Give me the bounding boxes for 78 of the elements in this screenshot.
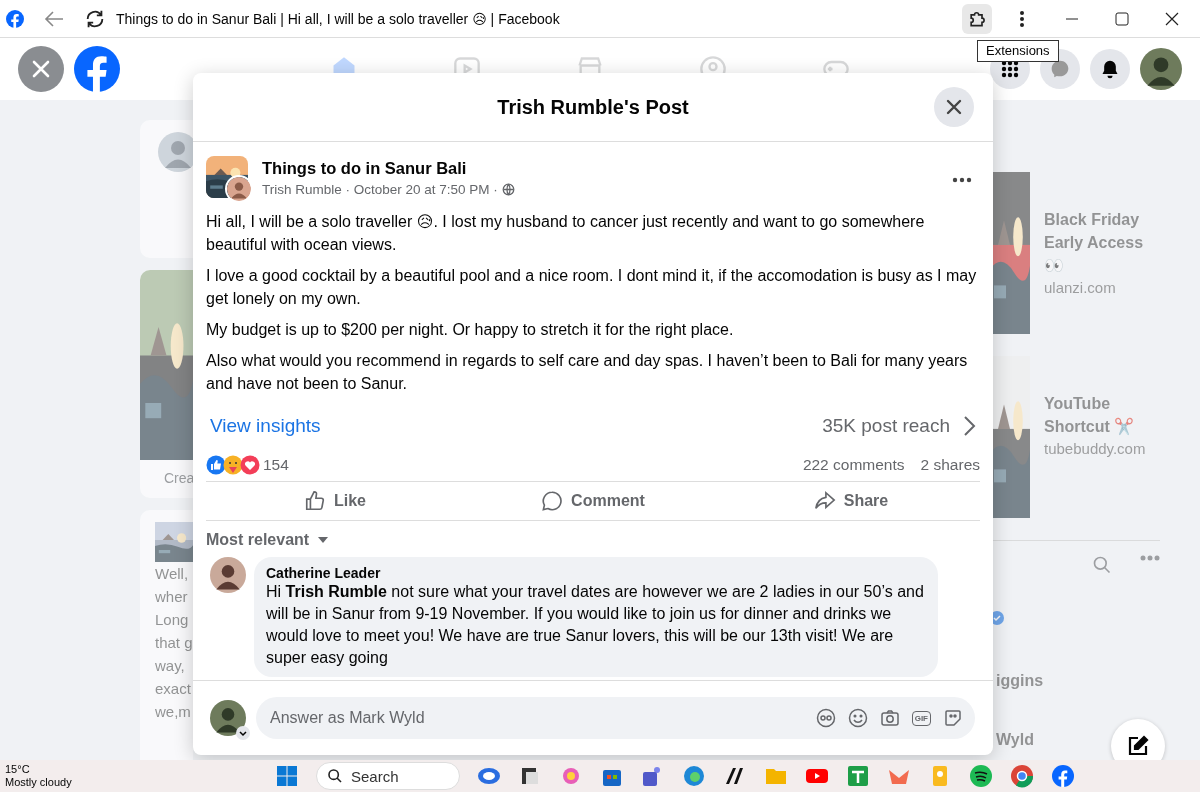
facebook-logo-icon[interactable] bbox=[1050, 764, 1075, 788]
dialog-title: Trish Rumble's Post bbox=[497, 95, 689, 119]
sticker-icon[interactable] bbox=[943, 708, 963, 728]
post-paragraph: Also what would you recommend in regards to self care and day spas. I haven’t been to Bali for many years and have not been to Sanur. bbox=[206, 351, 969, 394]
globe-icon bbox=[501, 183, 515, 196]
vertical-dots-icon bbox=[1019, 9, 1025, 28]
post-text: Long bbox=[155, 610, 190, 630]
taskbar-search[interactable]: Search bbox=[316, 762, 460, 790]
comment-button[interactable]: Comment bbox=[464, 482, 722, 520]
browser-icon[interactable] bbox=[681, 764, 706, 788]
care-reaction-icon bbox=[223, 455, 243, 475]
close-icon bbox=[31, 59, 51, 79]
post-paragraph: I love a good cocktail by a beautiful pool and a nice room. I dont mind it, if the accomodation is busy as I may get lonely on my own. bbox=[206, 266, 978, 309]
post-meta: Trish Rumble · October 20 at 7:50 PM · bbox=[262, 182, 498, 197]
avatar bbox=[210, 557, 246, 593]
spreadsheet-icon[interactable] bbox=[845, 764, 870, 788]
like-reaction-icon bbox=[206, 455, 226, 475]
post-text: way, bbox=[155, 656, 186, 676]
avatar bbox=[210, 700, 246, 736]
ad-domain: tubebuddy.com bbox=[1044, 440, 1147, 457]
post-text: that g bbox=[155, 633, 193, 653]
ad-title[interactable]: YouTube Shortcut ✂ bbox=[1044, 392, 1164, 438]
facebook-logo-icon bbox=[6, 9, 24, 28]
grid-dots-icon bbox=[1001, 60, 1019, 78]
group-name[interactable]: Things to do in Sanur Bali bbox=[262, 159, 515, 178]
bell-icon bbox=[1100, 59, 1120, 79]
camera-icon[interactable] bbox=[879, 708, 900, 728]
speech-bubble-icon bbox=[541, 490, 564, 512]
gif-button[interactable]: GIF bbox=[911, 710, 931, 726]
love-reaction-icon bbox=[240, 455, 260, 475]
chevron-down-icon[interactable] bbox=[236, 726, 250, 740]
maximize-icon bbox=[1115, 11, 1129, 26]
more-icon bbox=[952, 176, 972, 183]
like-button[interactable]: Like bbox=[206, 482, 464, 520]
app-icon[interactable] bbox=[968, 764, 993, 788]
compose-icon bbox=[1126, 734, 1150, 758]
facebook-logo-icon[interactable] bbox=[74, 46, 120, 92]
ad-domain: ulanzi.com bbox=[1044, 279, 1117, 296]
sort-dropdown[interactable]: Most relevant bbox=[206, 521, 330, 557]
close-icon bbox=[946, 99, 962, 115]
avatar bbox=[225, 175, 253, 203]
weather-condition: Mostly cloudy bbox=[5, 776, 73, 789]
share-arrow-icon bbox=[813, 490, 836, 512]
windows-logo-icon[interactable] bbox=[275, 764, 299, 788]
share-button[interactable]: Share bbox=[722, 482, 980, 520]
new-message-button[interactable] bbox=[1111, 719, 1165, 760]
close-icon bbox=[1165, 11, 1179, 26]
thumbs-up-icon bbox=[304, 490, 326, 512]
ad-title[interactable]: Black Friday Early Access 👀 bbox=[1044, 208, 1164, 277]
chevron-right-icon[interactable] bbox=[962, 415, 976, 437]
post-text: exact bbox=[155, 679, 192, 699]
avatar-sticker-icon[interactable] bbox=[815, 708, 836, 728]
browser-icon[interactable] bbox=[1009, 764, 1034, 788]
emoji-icon[interactable] bbox=[847, 708, 868, 728]
extensions-button[interactable] bbox=[962, 3, 992, 34]
post-paragraph: My budget is up to $200 per night. Or happy to stretch it for the right place. bbox=[206, 320, 735, 340]
post-text: Well, bbox=[155, 564, 190, 584]
comment-input[interactable]: Answer as Mark Wyld GIF bbox=[256, 697, 975, 739]
window-title: Things to do in Sanur Bali | Hi all, I will be a solo traveller 😥 | Facebook bbox=[116, 10, 560, 27]
comment-author[interactable]: Catherine Leader bbox=[266, 565, 926, 581]
minimize-icon bbox=[1065, 17, 1079, 20]
post-paragraph: Hi all, I will be a solo traveller 😥. I lost my husband to cancer just recently and want to go somewhere beautiful with ocean views. bbox=[206, 212, 926, 255]
post-text: wher bbox=[155, 587, 189, 607]
comment-text: Hi Trish Rumble not sure what your travel dates are however we are 2 ladies in our 50’s and will be in Sanur from 9-19 November. If you would like to join us for dinner and drinks we would love to meet you! We have are true Sanur lovers, this will be our 13th visit! We are super easy going bbox=[266, 582, 925, 668]
post-reach: 35K post reach bbox=[822, 415, 950, 437]
temperature: 15°C bbox=[5, 763, 31, 776]
comments-count[interactable]: 222 comments bbox=[802, 456, 905, 474]
notifications-button[interactable] bbox=[1090, 49, 1130, 89]
tooltip: Extensions bbox=[977, 40, 1059, 62]
reaction-count[interactable]: 154 bbox=[263, 456, 289, 474]
avatar bbox=[1140, 48, 1182, 90]
shares-count[interactable]: 2 shares bbox=[920, 456, 980, 474]
close-button[interactable] bbox=[934, 87, 974, 127]
view-insights-link[interactable]: View insights bbox=[210, 415, 321, 437]
post-text: we,m bbox=[155, 702, 192, 722]
chat-bubble-icon bbox=[1050, 59, 1070, 79]
caret-down-icon bbox=[317, 536, 330, 544]
search-icon bbox=[327, 768, 343, 784]
